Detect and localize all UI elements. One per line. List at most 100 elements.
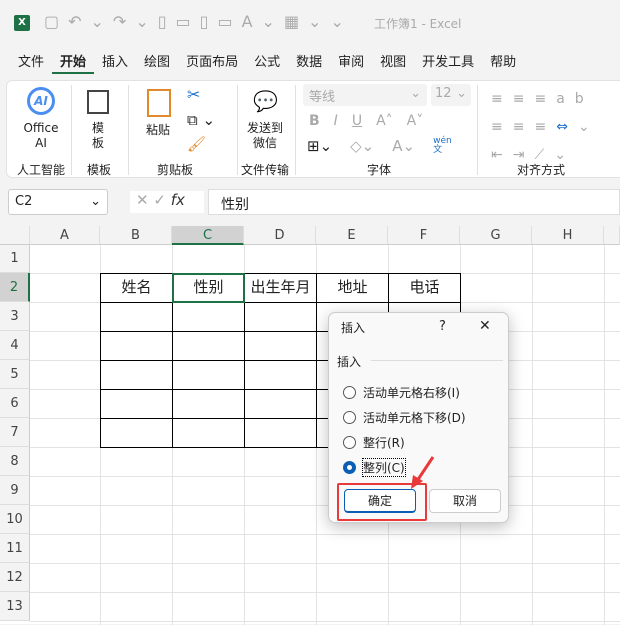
row-header-4[interactable]: 4 <box>0 331 30 360</box>
font-name-select[interactable]: 等线 ⌄ <box>303 84 427 106</box>
tab-draw[interactable]: 绘图 <box>136 52 178 74</box>
radio-entire-row[interactable]: 整行(R) <box>343 434 405 451</box>
table-cell[interactable] <box>172 418 245 448</box>
name-box[interactable]: C2 ⌄ <box>8 189 108 215</box>
paste-icon <box>147 89 171 117</box>
tab-review[interactable]: 审阅 <box>330 52 372 74</box>
table-cell[interactable] <box>100 331 173 361</box>
ai-badge: AI <box>34 94 48 108</box>
selected-cell-c2[interactable] <box>172 273 245 303</box>
close-icon[interactable]: ✕ <box>479 318 491 334</box>
table-cell[interactable] <box>244 302 317 332</box>
office-ai-icon[interactable]: AI <box>27 87 55 115</box>
cut-icon[interactable]: ✂ <box>187 85 200 104</box>
font-color-icon[interactable]: A⌄ <box>392 137 415 155</box>
decrease-font-icon[interactable]: A˅ <box>407 113 424 129</box>
increase-font-icon[interactable]: A˄ <box>376 113 393 129</box>
row-header-6[interactable]: 6 <box>0 389 30 418</box>
tab-file[interactable]: 文件 <box>10 52 52 74</box>
copy-icon[interactable]: ⧉ ⌄ <box>187 111 215 129</box>
formula-input[interactable]: 性别 <box>208 189 620 215</box>
bold-button[interactable]: B <box>309 113 320 129</box>
tab-insert[interactable]: 插入 <box>94 52 136 74</box>
tab-view[interactable]: 视图 <box>372 52 414 74</box>
paste-button[interactable]: 粘贴 <box>143 123 173 138</box>
insert-dialog: 插入 ? ✕ 插入 活动单元格右移(I) 活动单元格下移(D) 整行(R) 整列… <box>328 312 509 523</box>
radio-entire-column[interactable]: 整列(C) <box>343 458 406 477</box>
spreadsheet-grid[interactable]: A B C D E F G H 1 2 3 4 5 6 7 8 9 10 11 12 13 姓名 性别 出生年月 地址 电话 <box>0 226 620 625</box>
column-header-B[interactable]: B <box>100 226 172 245</box>
row-header-3[interactable]: 3 <box>0 302 30 331</box>
font-size-select[interactable]: 12 ⌄ <box>431 84 471 106</box>
table-cell[interactable] <box>100 418 173 448</box>
column-header-F[interactable]: F <box>388 226 460 245</box>
tab-developer[interactable]: 开发工具 <box>414 52 482 74</box>
quick-access-toolbar[interactable]: ▢↶⌄↷⌄▯▭▯▭A⌄▦⌄⌄ <box>44 12 353 31</box>
template-button[interactable]: 模板 <box>91 121 105 151</box>
table-header-cell[interactable]: 地址 <box>316 273 389 303</box>
format-painter-icon[interactable]: 🖌 <box>187 135 206 153</box>
column-header-G[interactable]: G <box>460 226 532 245</box>
table-cell[interactable] <box>172 331 245 361</box>
table-cell[interactable] <box>244 389 317 419</box>
template-icon <box>87 90 109 114</box>
italic-button[interactable]: I <box>334 113 338 129</box>
radio-shift-down[interactable]: 活动单元格下移(D) <box>343 409 466 426</box>
borders-icon[interactable]: ⊞⌄ <box>307 137 332 155</box>
group-alignment: 对齐方式 <box>517 163 566 177</box>
radio-shift-right[interactable]: 活动单元格右移(I) <box>343 384 460 401</box>
table-cell[interactable] <box>172 360 245 390</box>
row-header-5[interactable]: 5 <box>0 360 30 389</box>
office-ai-button[interactable]: Office AI <box>21 121 61 151</box>
formula-cancel-confirm[interactable]: ✕ ✓ fx <box>130 191 204 213</box>
table-cell[interactable] <box>100 389 173 419</box>
section-label: 插入 <box>337 355 362 369</box>
alignment-icons[interactable]: ≡≡≡ab ≡≡≡⇔⌄ ⇤⇥⟋⌄ <box>491 85 620 169</box>
row-header-10[interactable]: 10 <box>0 505 30 534</box>
row-header-1[interactable]: 1 <box>0 245 30 273</box>
table-cell[interactable] <box>172 302 245 332</box>
excel-logo-icon: X <box>14 15 30 31</box>
row-header-8[interactable]: 8 <box>0 447 30 476</box>
group-template: 模板 <box>87 163 112 177</box>
cancel-button[interactable]: 取消 <box>429 489 501 513</box>
row-header-2[interactable]: 2 <box>0 273 30 302</box>
underline-button[interactable]: U <box>352 113 362 129</box>
ok-button[interactable]: 确定 <box>344 489 416 513</box>
table-cell[interactable] <box>100 360 173 390</box>
wechat-icon: 💬 <box>253 89 278 113</box>
table-header-cell[interactable]: 姓名 <box>100 273 173 303</box>
fill-color-icon[interactable]: ◇⌄ <box>350 137 374 155</box>
row-header-12[interactable]: 12 <box>0 563 30 592</box>
row-header-7[interactable]: 7 <box>0 418 30 447</box>
table-cell[interactable] <box>244 360 317 390</box>
column-header-H[interactable]: H <box>532 226 604 245</box>
table-cell[interactable] <box>244 418 317 448</box>
send-to-wechat-button[interactable]: 发送到微信 <box>247 121 283 151</box>
tab-home[interactable]: 开始 <box>52 52 95 74</box>
table-header-cell[interactable]: 出生年月 <box>244 273 317 303</box>
table-cell[interactable] <box>100 302 173 332</box>
group-file-transfer: 文件传输 <box>241 163 290 177</box>
tab-help[interactable]: 帮助 <box>482 52 524 74</box>
column-header-C[interactable]: C <box>172 226 244 245</box>
column-header-A[interactable]: A <box>30 226 100 245</box>
dialog-title: 插入 <box>341 321 366 335</box>
arrow-annotation-icon <box>411 456 435 489</box>
ribbon: AI Office AI 模板 粘贴 ✂ ⧉ ⌄ 🖌 💬 发送到微信 等线 ⌄ 1… <box>6 80 620 178</box>
row-header-9[interactable]: 9 <box>0 476 30 505</box>
table-cell[interactable] <box>244 331 317 361</box>
phonetic-icon[interactable]: wén 文 <box>433 137 452 155</box>
window-title: 工作簿1 - Excel <box>374 17 462 31</box>
column-header-D[interactable]: D <box>244 226 316 245</box>
table-cell[interactable] <box>172 389 245 419</box>
tab-data[interactable]: 数据 <box>288 52 330 74</box>
tab-page-layout[interactable]: 页面布局 <box>178 52 246 74</box>
column-header-E[interactable]: E <box>316 226 388 245</box>
row-header-11[interactable]: 11 <box>0 534 30 563</box>
help-button[interactable]: ? <box>439 319 446 334</box>
table-header-cell[interactable]: 电话 <box>388 273 461 303</box>
title-bar: X ▢↶⌄↷⌄▯▭▯▭A⌄▦⌄⌄ 工作簿1 - Excel <box>0 12 620 36</box>
row-header-13[interactable]: 13 <box>0 592 30 621</box>
tab-formulas[interactable]: 公式 <box>246 52 288 74</box>
